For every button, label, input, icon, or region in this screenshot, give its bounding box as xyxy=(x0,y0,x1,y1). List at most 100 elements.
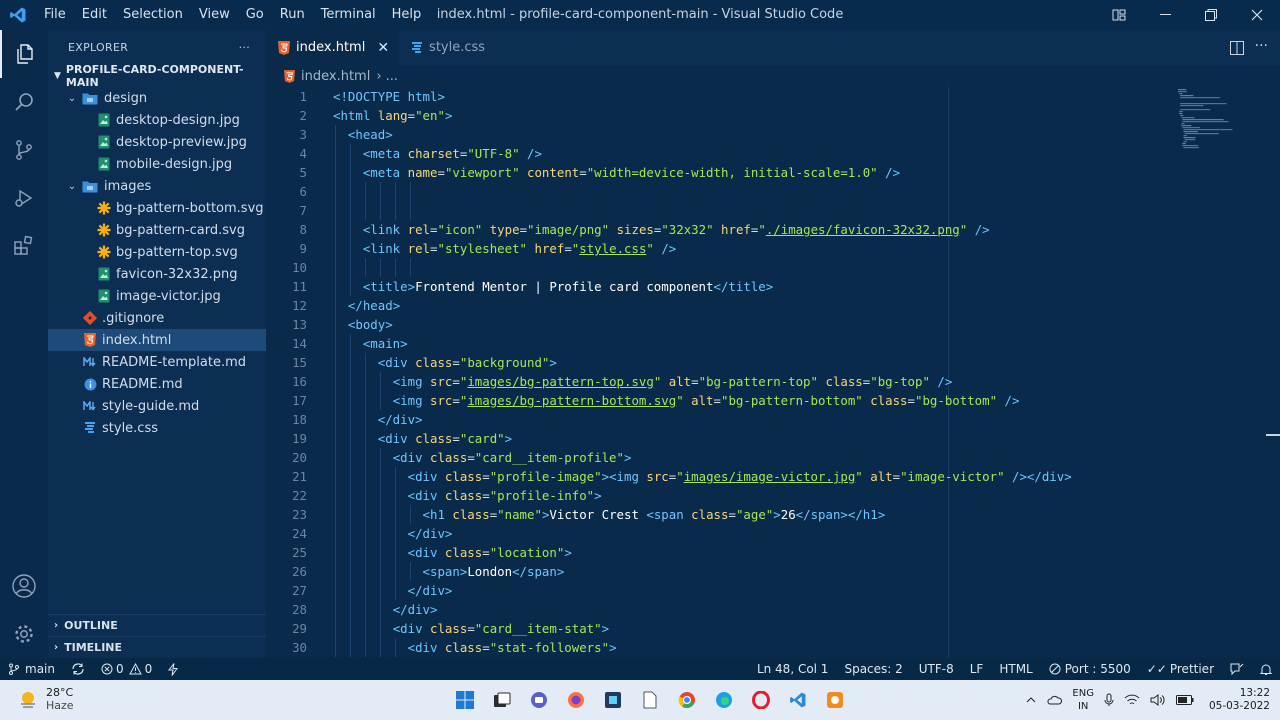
code-line[interactable]: 4 <meta charset="UTF-8" /> xyxy=(266,144,1280,163)
problems-indicator[interactable]: 0 0 xyxy=(93,658,160,680)
git-branch[interactable]: main xyxy=(0,658,63,680)
tab-close-icon[interactable]: ✕ xyxy=(377,40,389,56)
wifi-icon[interactable] xyxy=(1124,694,1140,706)
layout-icon[interactable] xyxy=(1096,0,1142,30)
opera-icon[interactable] xyxy=(742,684,779,716)
code-line[interactable]: 5 <meta name="viewport" content="width=d… xyxy=(266,163,1280,182)
tab-style-css[interactable]: style.css xyxy=(399,30,495,65)
system-clock[interactable]: 13:22 05-03-2022 xyxy=(1209,687,1270,713)
app-store-icon[interactable] xyxy=(594,684,631,716)
breadcrumb-file[interactable]: index.html xyxy=(301,69,370,84)
code-line[interactable]: 9 <link rel="stylesheet" href="style.css… xyxy=(266,239,1280,258)
code-line[interactable]: 22 <div class="profile-info"> xyxy=(266,486,1280,505)
workspace-root-folder[interactable]: ▼ PROFILE-CARD-COMPONENT-MAIN xyxy=(48,63,266,89)
source-control-icon[interactable] xyxy=(0,126,48,174)
task-view-icon[interactable] xyxy=(483,684,520,716)
code-line[interactable]: 18 </div> xyxy=(266,410,1280,429)
code-line[interactable]: 23 <h1 class="name">Victor Crest <span c… xyxy=(266,505,1280,524)
teams-chat-icon[interactable] xyxy=(520,684,557,716)
lightning-icon[interactable] xyxy=(160,658,186,680)
microphone-icon[interactable] xyxy=(1104,693,1114,707)
end-of-line[interactable]: LF xyxy=(962,658,992,680)
menu-go[interactable]: Go xyxy=(238,0,272,30)
search-icon[interactable] xyxy=(0,78,48,126)
edge-icon[interactable] xyxy=(705,684,742,716)
tree-file[interactable]: bg-pattern-top.svg xyxy=(48,241,266,263)
outline-section[interactable]: › OUTLINE xyxy=(48,614,266,636)
tree-file[interactable]: desktop-preview.jpg xyxy=(48,131,266,153)
minimize-button[interactable] xyxy=(1142,0,1188,30)
indentation[interactable]: Spaces: 2 xyxy=(836,658,910,680)
explorer-icon[interactable] xyxy=(0,30,48,78)
code-line[interactable]: 16 <img src="images/bg-pattern-top.svg" … xyxy=(266,372,1280,391)
chrome-icon[interactable] xyxy=(668,684,705,716)
menu-edit[interactable]: Edit xyxy=(74,0,115,30)
code-line[interactable]: 12 </head> xyxy=(266,296,1280,315)
tree-file[interactable]: desktop-design.jpg xyxy=(48,109,266,131)
feedback-icon[interactable] xyxy=(1222,658,1252,680)
code-line[interactable]: 19 <div class="card"> xyxy=(266,429,1280,448)
recorder-app-icon[interactable] xyxy=(816,684,853,716)
tree-file[interactable]: mobile-design.jpg xyxy=(48,153,266,175)
minimap[interactable] xyxy=(1176,87,1246,157)
menu-file[interactable]: File xyxy=(36,0,74,30)
code-line[interactable]: 17 <img src="images/bg-pattern-bottom.sv… xyxy=(266,391,1280,410)
restore-button[interactable] xyxy=(1188,0,1234,30)
code-line[interactable]: 7 xyxy=(266,201,1280,220)
tree-file[interactable]: README.md xyxy=(48,373,266,395)
tab-index-html[interactable]: index.html ✕ xyxy=(266,30,400,65)
code-line[interactable]: 21 <div class="profile-image"><img src="… xyxy=(266,467,1280,486)
code-line[interactable]: 29 <div class="card__item-stat"> xyxy=(266,619,1280,638)
code-line[interactable]: 26 <span>London</span> xyxy=(266,562,1280,581)
account-icon[interactable] xyxy=(0,562,48,610)
code-line[interactable]: 2 <html lang="en"> xyxy=(266,106,1280,125)
split-editor-icon[interactable] xyxy=(1230,40,1244,59)
menu-terminal[interactable]: Terminal xyxy=(313,0,384,30)
code-line[interactable]: 13 <body> xyxy=(266,315,1280,334)
menu-help[interactable]: Help xyxy=(384,0,430,30)
weather-widget[interactable]: 28°C Haze xyxy=(18,686,74,712)
tree-folder[interactable]: ⌄ images xyxy=(48,175,266,197)
tree-file[interactable]: bg-pattern-card.svg xyxy=(48,219,266,241)
tree-file[interactable]: style.css xyxy=(48,417,266,439)
tree-file[interactable]: favicon-32x32.png xyxy=(48,263,266,285)
windows-start-icon[interactable] xyxy=(446,684,483,716)
file-icon[interactable] xyxy=(631,684,668,716)
breadcrumb-rest[interactable]: › ... xyxy=(376,69,398,84)
more-actions-icon[interactable]: ··· xyxy=(1255,38,1268,54)
extensions-icon[interactable] xyxy=(0,222,48,270)
firefox-icon[interactable] xyxy=(557,684,594,716)
code-line[interactable]: 11 <title>Frontend Mentor | Profile card… xyxy=(266,277,1280,296)
tree-file[interactable]: README-template.md xyxy=(48,351,266,373)
tree-file[interactable]: bg-pattern-bottom.svg xyxy=(48,197,266,219)
timeline-section[interactable]: › TIMELINE xyxy=(48,636,266,658)
encoding[interactable]: UTF-8 xyxy=(911,658,962,680)
code-line[interactable]: 6 xyxy=(266,182,1280,201)
code-line[interactable]: 28 </div> xyxy=(266,600,1280,619)
close-window-button[interactable] xyxy=(1234,0,1280,30)
settings-gear-icon[interactable] xyxy=(0,610,48,658)
code-line[interactable]: 10 xyxy=(266,258,1280,277)
menu-selection[interactable]: Selection xyxy=(115,0,191,30)
input-language[interactable]: ENG IN xyxy=(1072,687,1094,713)
battery-icon[interactable] xyxy=(1175,695,1194,705)
sync-button[interactable] xyxy=(63,658,93,680)
cursor-position[interactable]: Ln 48, Col 1 xyxy=(749,658,837,680)
onedrive-cloud-icon[interactable] xyxy=(1046,695,1063,705)
code-line[interactable]: 30 <div class="stat-followers"> xyxy=(266,638,1280,657)
language-mode[interactable]: HTML xyxy=(991,658,1040,680)
notifications-bell-icon[interactable] xyxy=(1252,658,1280,680)
code-line[interactable]: 27 </div> xyxy=(266,581,1280,600)
menu-view[interactable]: View xyxy=(191,0,238,30)
code-line[interactable]: 15 <div class="background"> xyxy=(266,353,1280,372)
code-line[interactable]: 14 <main> xyxy=(266,334,1280,353)
code-line[interactable]: 8 <link rel="icon" type="image/png" size… xyxy=(266,220,1280,239)
menu-run[interactable]: Run xyxy=(272,0,313,30)
live-server-port[interactable]: Port : 5500 xyxy=(1041,658,1139,680)
tree-file[interactable]: image-victor.jpg xyxy=(48,285,266,307)
run-debug-icon[interactable] xyxy=(0,174,48,222)
code-line[interactable]: 24 </div> xyxy=(266,524,1280,543)
tree-file[interactable]: .gitignore xyxy=(48,307,266,329)
code-line[interactable]: 25 <div class="location"> xyxy=(266,543,1280,562)
volume-icon[interactable] xyxy=(1150,694,1166,706)
